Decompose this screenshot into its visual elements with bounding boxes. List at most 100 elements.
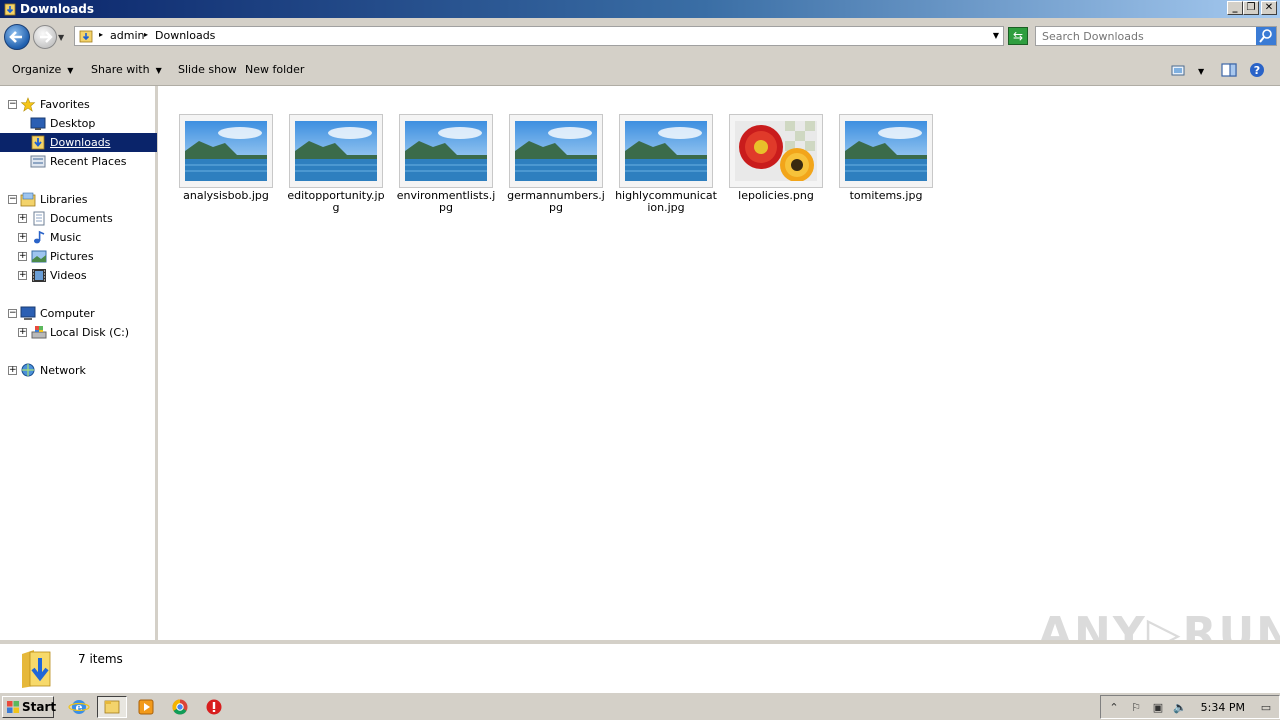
file-name[interactable]: lepolicies.png [724,190,828,202]
taskbar-internet-explorer[interactable]: e [64,696,94,718]
nav-label: Favorites [40,98,90,111]
file-name[interactable]: analysisbob.jpg [174,190,278,202]
star-icon [20,97,36,112]
image-thumbnail[interactable] [179,114,273,188]
nav-documents[interactable]: + Documents [0,209,155,228]
breadcrumb-separator[interactable]: ▸ [99,30,103,39]
file-name[interactable]: germannumbers.jpg [504,190,608,214]
expand-icon[interactable]: + [18,271,27,280]
libraries-icon [20,192,36,207]
file-name[interactable]: editopportunity.jpg [284,190,388,214]
volume-icon[interactable]: 🔈 [1173,701,1187,715]
clock[interactable]: 5:34 PM [1201,701,1245,714]
share-with-label: Share with [91,63,150,76]
image-thumbnail[interactable] [509,114,603,188]
taskbar-explorer[interactable] [97,696,127,718]
file-name[interactable]: highlycommunication.jpg [614,190,718,214]
network-icon [21,363,35,377]
expand-icon[interactable]: + [18,328,27,337]
minimize-button[interactable]: _ [1227,1,1243,15]
nav-local-disk[interactable]: + Local Disk (C:) [0,323,155,342]
change-view-icon[interactable] [1170,62,1186,78]
nav-label: Recent Places [50,155,127,168]
nav-network[interactable]: + Network [0,361,155,380]
refresh-button[interactable]: ⇆ [1008,27,1028,45]
taskbar: Start e ⌃ ⚐ ▣ 🔈 5:34 PM ▭ [0,692,1280,720]
nav-pictures[interactable]: + Pictures [0,247,155,266]
slide-show-button[interactable]: Slide show [178,63,237,77]
nav-label: Documents [50,212,113,225]
action-center-flag-icon[interactable]: ⚐ [1129,701,1143,715]
expand-icon[interactable]: + [18,233,27,242]
computer-icon [20,306,36,320]
expand-icon[interactable]: + [8,366,17,375]
taskbar-chrome[interactable] [165,696,195,718]
downloads-folder-icon [79,30,93,43]
network-tray-icon[interactable]: ▣ [1151,701,1165,715]
breadcrumb-admin[interactable]: admin [110,29,144,43]
search-box[interactable] [1035,26,1277,46]
nav-videos[interactable]: + Videos [0,266,155,285]
nav-label: Network [40,364,86,377]
breadcrumb-separator[interactable]: ▸ [144,30,148,39]
recent-places-icon [30,155,46,168]
landscape-thumbnail-image [295,121,377,181]
nav-label: Music [50,231,82,244]
title-bar: Downloads _ ❐ ✕ [0,0,1280,18]
forward-button[interactable] [33,25,57,49]
search-input[interactable] [1036,27,1254,45]
chrome-icon [172,699,188,715]
file-list-view[interactable]: analysisbob.jpg editopportunity.jpg envi [161,86,1280,640]
help-icon[interactable]: ? [1249,62,1265,78]
breadcrumb-downloads[interactable]: Downloads [155,29,215,43]
videos-icon [32,269,46,282]
downloads-folder-icon [31,135,45,150]
address-bar[interactable]: ▸ admin ▸ Downloads ▼ [74,26,1004,46]
restore-button[interactable]: ❐ [1243,1,1259,15]
nav-desktop[interactable]: Desktop [0,114,155,133]
expand-icon[interactable]: + [18,214,27,223]
nav-music[interactable]: + Music [0,228,155,247]
address-row: ▼ ▸ admin ▸ Downloads ▼ ⇆ [0,18,1280,54]
nav-label: Downloads [50,136,111,149]
collapse-icon[interactable]: − [8,100,17,109]
preview-pane-icon[interactable] [1221,62,1237,78]
image-thumbnail[interactable] [619,114,713,188]
nav-label: Videos [50,269,87,282]
file-name[interactable]: tomitems.jpg [834,190,938,202]
address-dropdown-icon[interactable]: ▼ [993,31,999,40]
image-thumbnail[interactable] [839,114,933,188]
organize-button[interactable]: Organize ▼ [12,63,73,78]
image-thumbnail[interactable] [729,114,823,188]
new-folder-button[interactable]: New folder [245,63,304,77]
collapse-icon[interactable]: − [8,195,17,204]
search-icon[interactable] [1256,27,1276,45]
file-name[interactable]: environmentlists.jpg [394,190,498,214]
close-button[interactable]: ✕ [1261,1,1277,15]
taskbar-stop-app[interactable] [199,696,229,718]
share-with-button[interactable]: Share with ▼ [91,63,162,78]
recent-pages-dropdown[interactable]: ▼ [58,33,64,42]
show-desktop-icon[interactable]: ▭ [1259,701,1273,715]
start-button[interactable]: Start [2,696,56,718]
view-options-dropdown[interactable]: ▼ [1198,65,1204,79]
nav-favorites[interactable]: − Favorites [0,95,155,114]
organize-label: Organize [12,63,62,76]
expand-icon[interactable]: + [18,252,27,261]
nav-libraries[interactable]: − Libraries [0,190,155,209]
back-button[interactable] [4,24,30,50]
command-bar: Organize ▼ Share with ▼ Slide show New fol… [0,54,1280,86]
collapse-icon[interactable]: − [8,309,17,318]
nav-computer[interactable]: − Computer [0,304,155,323]
landscape-thumbnail-image [845,121,927,181]
taskbar-media-player[interactable] [131,696,161,718]
internet-explorer-icon: e [68,700,90,714]
chevron-down-icon: ▼ [67,66,74,75]
nav-downloads[interactable]: Downloads [0,133,157,152]
nav-label: Libraries [40,193,88,206]
image-thumbnail[interactable] [399,114,493,188]
nav-recent-places[interactable]: Recent Places [0,152,155,171]
image-thumbnail[interactable] [289,114,383,188]
show-hidden-icons-icon[interactable]: ⌃ [1107,701,1121,715]
downloads-folder-large-icon [22,650,51,688]
